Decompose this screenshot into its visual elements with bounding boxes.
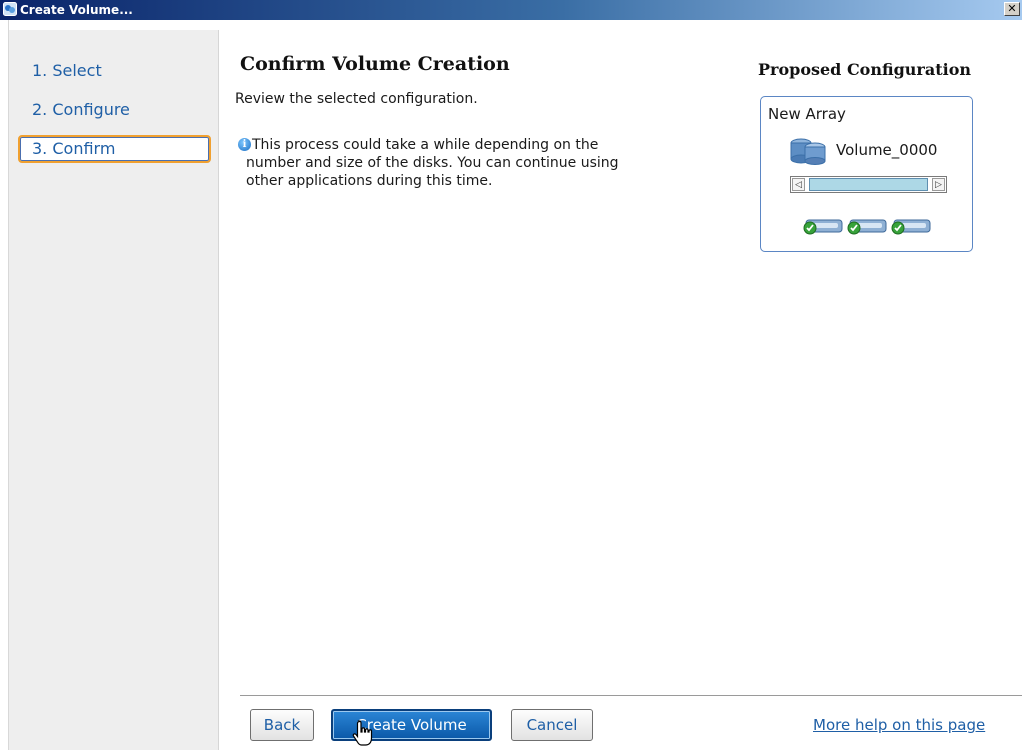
- disk-set: [803, 219, 931, 235]
- app-icon: [3, 2, 17, 16]
- page-subtitle: Review the selected configuration.: [235, 91, 478, 107]
- close-button[interactable]: ✕: [1004, 2, 1020, 16]
- info-line: number and size of the disks. You can co…: [246, 155, 619, 171]
- back-button[interactable]: Back: [250, 709, 314, 741]
- info-line: This process could take a while dependin…: [252, 137, 599, 153]
- step-configure[interactable]: 2. Configure: [18, 97, 211, 125]
- step-label: 1. Select: [32, 61, 102, 80]
- disk-ok-icon: [803, 219, 843, 235]
- window-left-edge: [0, 20, 9, 750]
- scroll-left-icon[interactable]: ◁: [792, 178, 805, 191]
- disk-ok-icon: [847, 219, 887, 235]
- hand-pointer-icon: [352, 720, 373, 746]
- step-label: 3. Confirm: [32, 139, 116, 158]
- step-confirm[interactable]: 3. Confirm: [18, 135, 211, 163]
- volume-label: Volume_0000: [836, 141, 938, 159]
- info-icon: i: [238, 138, 251, 151]
- scroll-right-icon[interactable]: ▷: [932, 178, 945, 191]
- info-line: other applications during this time.: [246, 173, 493, 189]
- proposed-config-title: Proposed Configuration: [758, 60, 971, 79]
- more-help-link[interactable]: More help on this page: [813, 716, 985, 734]
- disk-ok-icon: [891, 219, 931, 235]
- database-volume-icon: [790, 138, 826, 165]
- step-select[interactable]: 1. Select: [18, 58, 211, 86]
- volume-size-bar[interactable]: ◁ ▷: [790, 176, 947, 193]
- footer-divider: [240, 695, 1022, 696]
- page-title: Confirm Volume Creation: [240, 53, 510, 75]
- step-label: 2. Configure: [32, 100, 130, 119]
- proposed-config-panel: New Array Volume_0000 ◁ ▷: [760, 96, 973, 252]
- info-message: This process could take a while dependin…: [246, 136, 732, 190]
- window-titlebar: Create Volume... ✕: [0, 0, 1022, 20]
- window-title: Create Volume...: [20, 3, 133, 17]
- array-label: New Array: [768, 105, 846, 123]
- cancel-button[interactable]: Cancel: [511, 709, 593, 741]
- close-icon: ✕: [1007, 2, 1017, 15]
- wizard-steps-sidebar: 1. Select 2. Configure 3. Confirm: [9, 30, 219, 750]
- volume-size-fill: [809, 178, 928, 191]
